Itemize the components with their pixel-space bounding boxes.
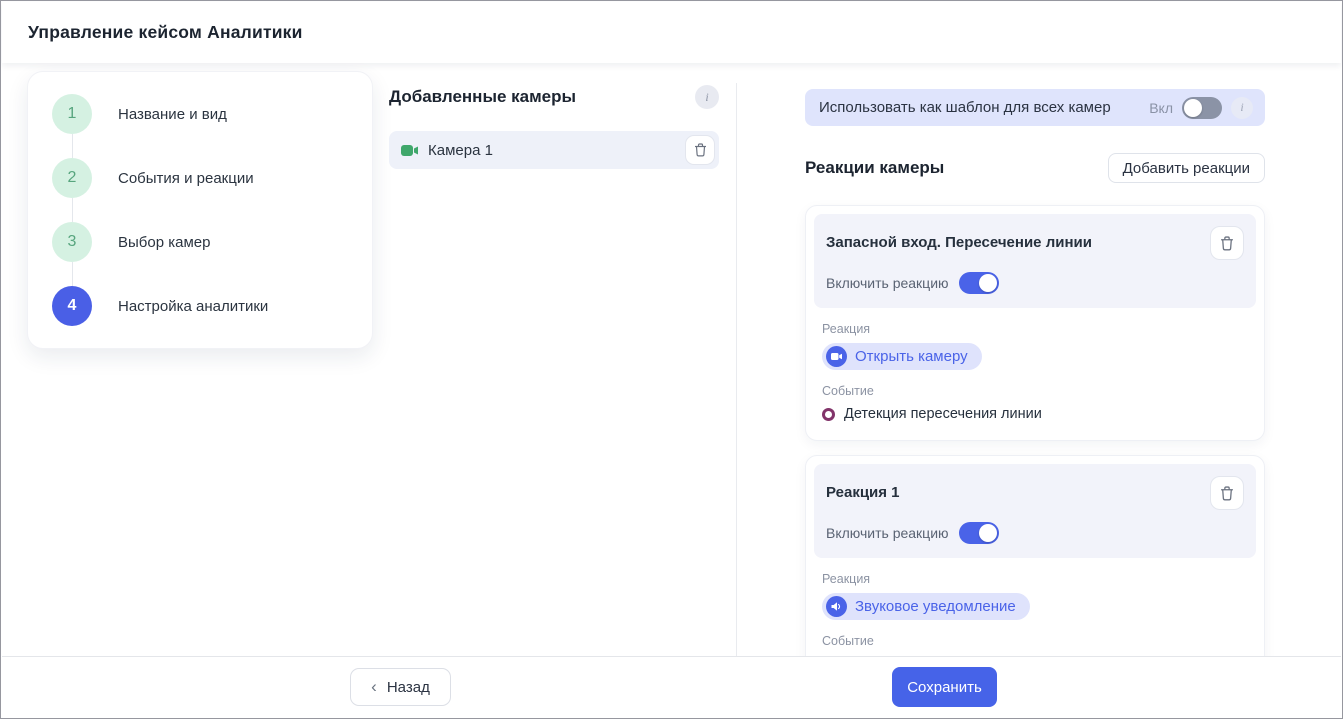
wizard-step-analytics-setup[interactable]: 4 Настройка аналитики [52,286,348,326]
step-number-badge: 1 [52,94,92,134]
analytics-settings-panel: Использовать как шаблон для всех камер В… [805,89,1265,691]
reaction-chip-open-camera[interactable]: Открыть камеру [822,343,982,370]
added-cameras-section: Добавленные камеры i Камера 1 [389,85,719,169]
modal-header: Управление кейсом Аналитики [2,2,1341,63]
enable-reaction-toggle[interactable] [959,522,999,544]
delete-camera-button[interactable] [685,135,715,165]
toggle-caption: Вкл [1149,100,1173,116]
reaction-card: Запасной вход. Пересечение линии Включит… [805,205,1265,441]
back-button[interactable]: ‹ Назад [350,668,451,706]
event-item: Детекция пересечения линии [822,406,1256,422]
reaction-field-label: Реакция [822,322,1256,336]
video-camera-icon [401,144,419,157]
event-field-label: Событие [822,634,1256,648]
step-connector [72,198,73,222]
toggle-knob [1184,99,1202,117]
reaction-chip-sound-notification[interactable]: Звуковое уведомление [822,593,1030,620]
reaction-chip-label: Открыть камеру [855,348,968,365]
reaction-card-header: Реакция 1 Включить реакцию [814,464,1256,558]
reaction-title: Реакция 1 [826,476,900,501]
chevron-left-icon: ‹ [371,678,377,695]
trash-icon [694,143,707,157]
info-icon[interactable]: i [1231,97,1253,119]
wizard-step-camera-selection[interactable]: 3 Выбор камер [52,222,348,262]
enable-reaction-label: Включить реакцию [826,275,949,291]
step-number-badge-active: 4 [52,286,92,326]
template-banner: Использовать как шаблон для всех камер В… [805,89,1265,126]
reaction-chip-label: Звуковое уведомление [855,598,1016,615]
delete-reaction-button[interactable] [1210,476,1244,510]
delete-reaction-button[interactable] [1210,226,1244,260]
camera-list-item[interactable]: Камера 1 [389,131,719,169]
event-field-label: Событие [822,384,1256,398]
enable-reaction-label: Включить реакцию [826,525,949,541]
step-label: Выбор камер [118,234,210,251]
info-icon[interactable]: i [695,85,719,109]
step-connector [72,134,73,158]
step-connector [72,262,73,286]
wizard-step-name-and-type[interactable]: 1 Название и вид [52,94,348,134]
save-button[interactable]: Сохранить [892,667,997,707]
back-button-label: Назад [387,679,430,696]
template-toggle[interactable] [1182,97,1222,119]
reaction-field-label: Реакция [822,572,1256,586]
event-name: Детекция пересечения линии [844,406,1042,422]
step-label: События и реакции [118,170,254,187]
panel-divider [736,83,737,658]
step-number-badge: 3 [52,222,92,262]
sound-icon [826,596,847,617]
trash-icon [1220,236,1234,251]
camera-icon [826,346,847,367]
step-label: Настройка аналитики [118,298,268,315]
reaction-card-header: Запасной вход. Пересечение линии Включит… [814,214,1256,308]
case-management-modal: Управление кейсом Аналитики ✕ 1 Название… [0,0,1343,719]
page-title: Управление кейсом Аналитики [28,22,303,43]
camera-name: Камера 1 [428,142,685,159]
add-reactions-button[interactable]: Добавить реакции [1108,153,1265,183]
modal-footer: ‹ Назад Сохранить [2,656,1341,717]
event-type-icon [822,408,835,421]
toggle-knob [979,274,997,292]
enable-reaction-toggle[interactable] [959,272,999,294]
added-cameras-title: Добавленные камеры [389,87,576,107]
trash-icon [1220,486,1234,501]
reaction-title: Запасной вход. Пересечение линии [826,226,1092,251]
camera-reactions-title: Реакции камеры [805,158,944,178]
step-label: Название и вид [118,106,227,123]
toggle-knob [979,524,997,542]
wizard-step-events-and-reactions[interactable]: 2 События и реакции [52,158,348,198]
template-banner-label: Использовать как шаблон для всех камер [819,99,1149,116]
wizard-steps-card: 1 Название и вид 2 События и реакции 3 В… [27,71,373,349]
step-number-badge: 2 [52,158,92,198]
